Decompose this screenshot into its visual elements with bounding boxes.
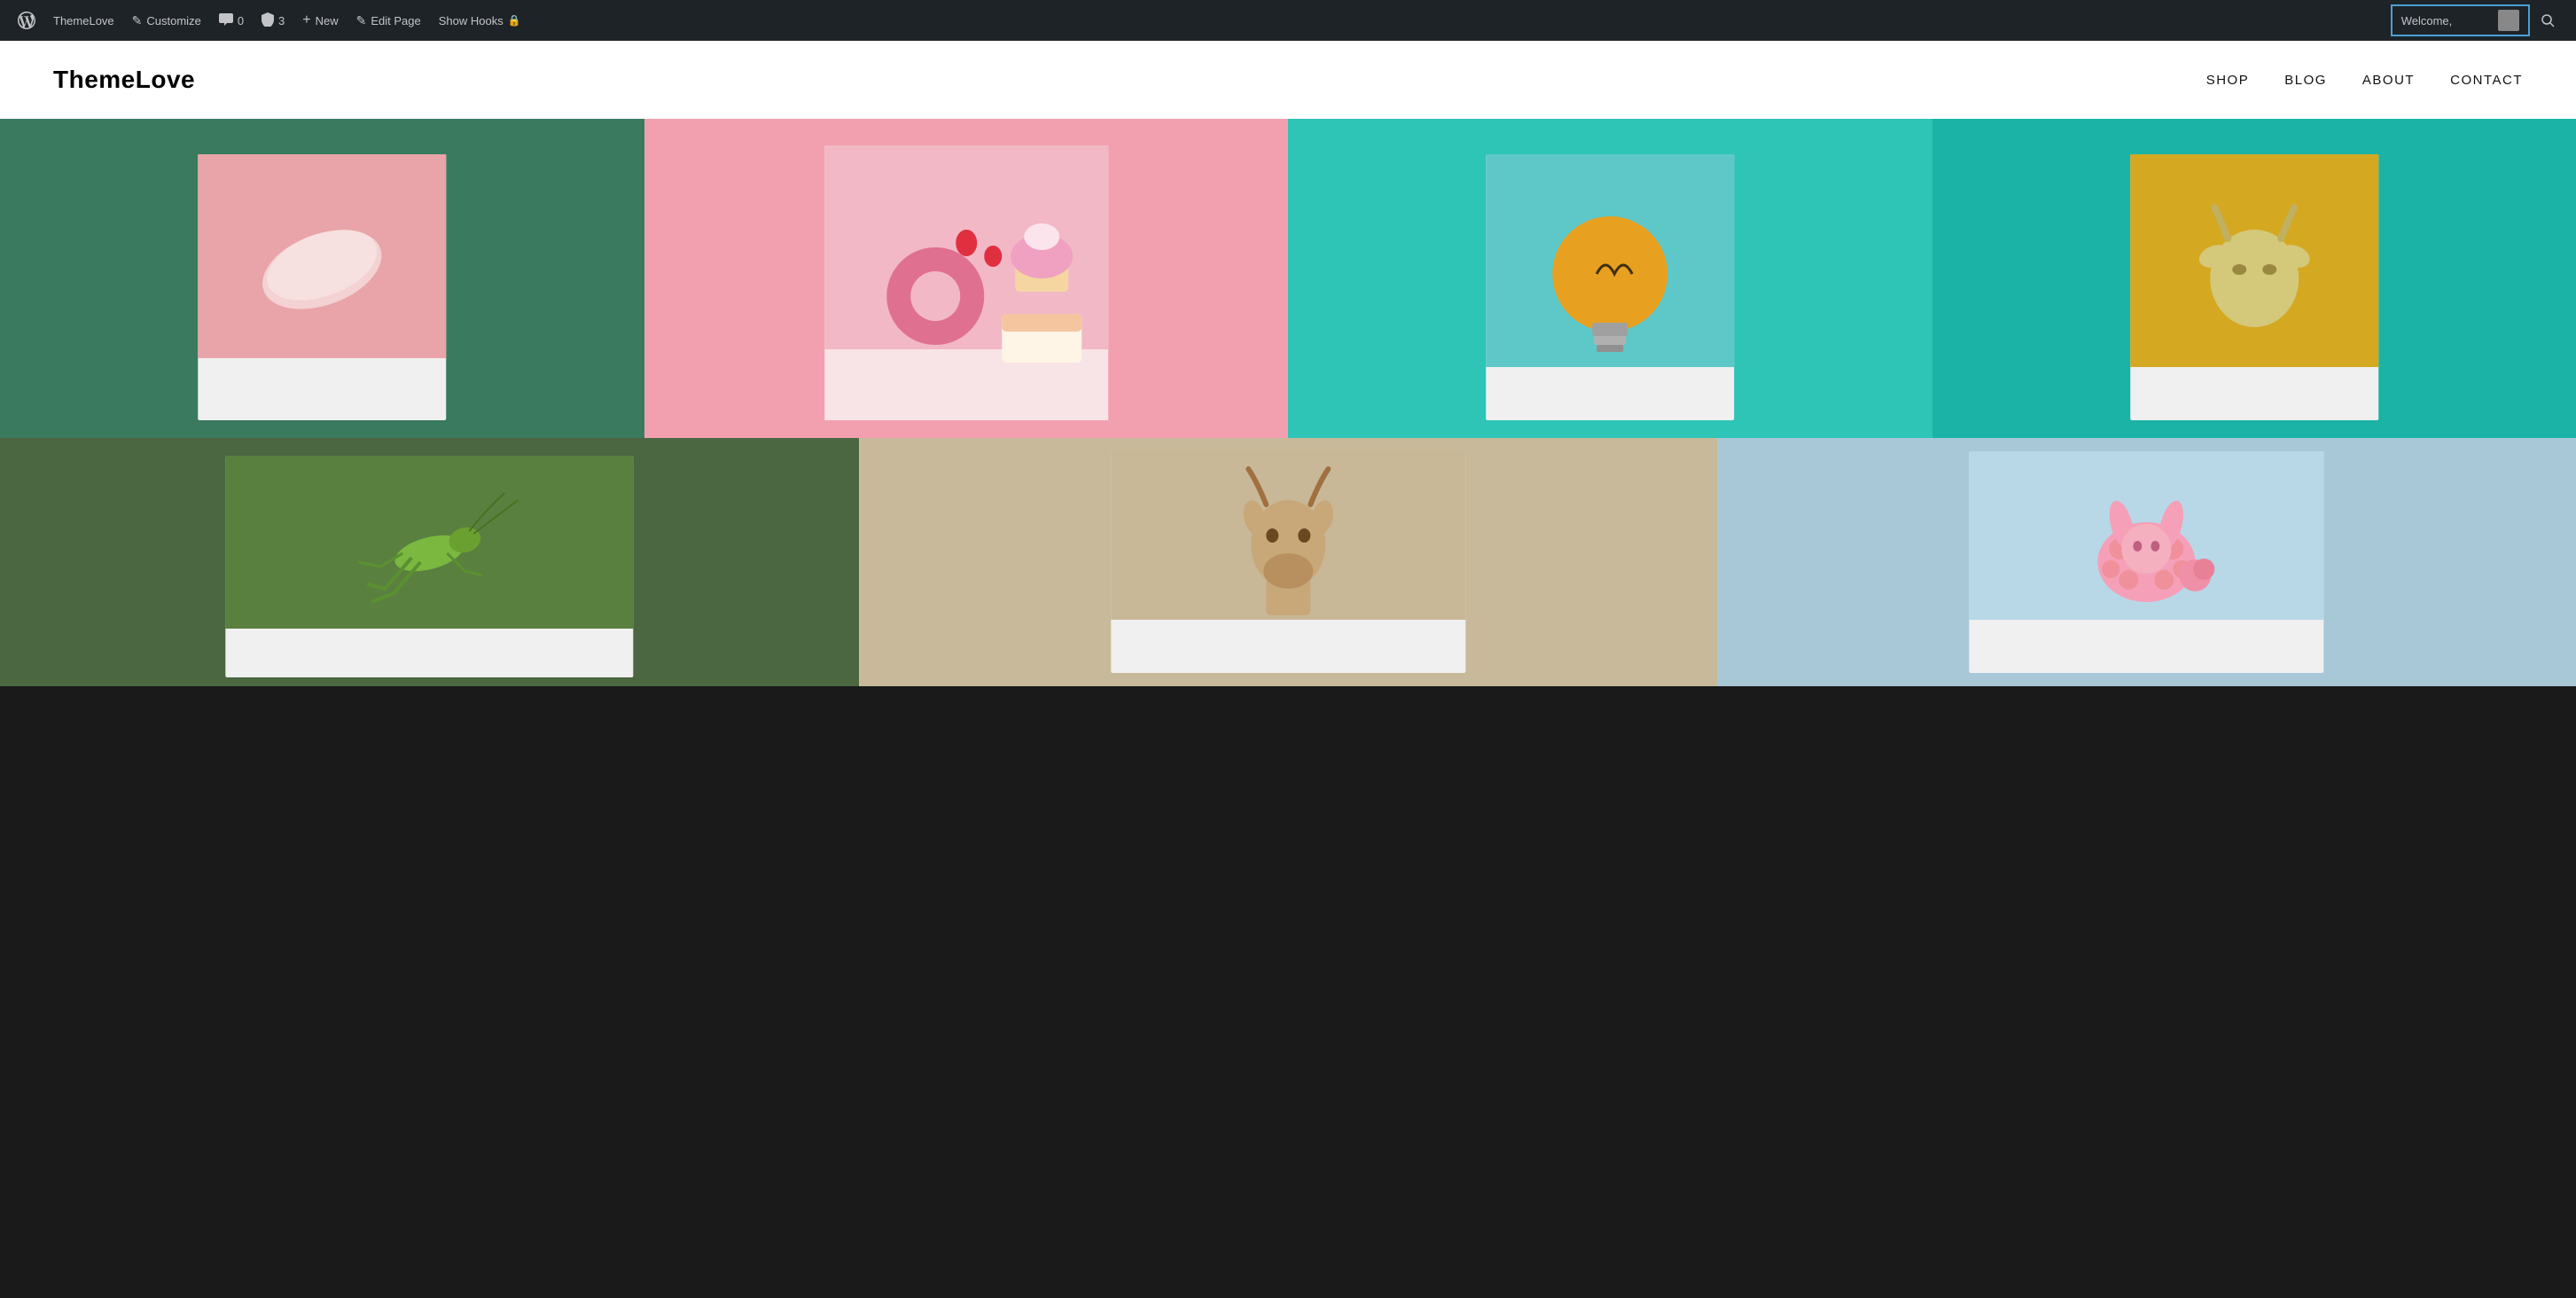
- nav-blog[interactable]: BLOG: [2284, 73, 2327, 88]
- admin-new[interactable]: + New: [293, 0, 347, 41]
- admin-edit-page[interactable]: ✎ Edit Page: [347, 0, 430, 41]
- edit-page-label: Edit Page: [371, 14, 420, 27]
- new-icon: +: [302, 12, 310, 28]
- lock-icon: 🔒: [508, 14, 521, 27]
- gallery-item-1[interactable]: [0, 119, 644, 438]
- nav-contact[interactable]: CONTACT: [2450, 73, 2523, 88]
- admin-security[interactable]: 3: [253, 0, 293, 41]
- gallery-item-4[interactable]: [1932, 119, 2576, 438]
- gallery: [0, 119, 2576, 686]
- site-logo[interactable]: ThemeLove: [53, 66, 195, 94]
- user-avatar: [2498, 10, 2519, 31]
- gallery-item-6[interactable]: [859, 438, 1718, 686]
- nav-about[interactable]: ABOUT: [2362, 73, 2415, 88]
- site-nav: SHOP BLOG ABOUT CONTACT: [2206, 73, 2523, 88]
- site-header: ThemeLove SHOP BLOG ABOUT CONTACT: [0, 41, 2576, 119]
- gallery-item-5[interactable]: [0, 438, 859, 686]
- edit-page-icon: ✎: [356, 13, 367, 28]
- admin-comments[interactable]: 0: [210, 0, 253, 41]
- gallery-item-3[interactable]: [1288, 119, 1932, 438]
- gallery-item-2[interactable]: [644, 119, 1289, 438]
- admin-bar-right: Welcome,: [2391, 4, 2562, 36]
- admin-show-hooks[interactable]: Show Hooks 🔒: [430, 0, 530, 41]
- comments-icon: [219, 13, 233, 28]
- gallery-item-7[interactable]: [1717, 438, 2576, 686]
- welcome-user-box[interactable]: Welcome,: [2391, 4, 2530, 36]
- site-wrapper: ThemeLove SHOP BLOG ABOUT CONTACT: [0, 41, 2576, 686]
- username-text: [2457, 14, 2493, 27]
- show-hooks-label: Show Hooks: [439, 14, 503, 27]
- admin-search-button[interactable]: [2533, 13, 2562, 27]
- security-count: 3: [278, 14, 285, 27]
- customize-label: Customize: [146, 14, 200, 27]
- admin-bar: ThemeLove ✎ Customize 0 3 + New ✎ Edit P…: [0, 0, 2576, 41]
- site-name-label: ThemeLove: [53, 14, 114, 27]
- nav-shop[interactable]: SHOP: [2206, 73, 2250, 88]
- gallery-row2: [0, 438, 2576, 686]
- admin-site-name[interactable]: ThemeLove: [44, 0, 123, 41]
- wp-logo[interactable]: [9, 0, 44, 41]
- security-icon: [262, 12, 274, 29]
- new-label: New: [316, 14, 339, 27]
- comments-count: 0: [238, 14, 244, 27]
- welcome-text: Welcome,: [2401, 14, 2453, 27]
- admin-customize[interactable]: ✎ Customize: [123, 0, 210, 41]
- customize-icon: ✎: [132, 13, 143, 28]
